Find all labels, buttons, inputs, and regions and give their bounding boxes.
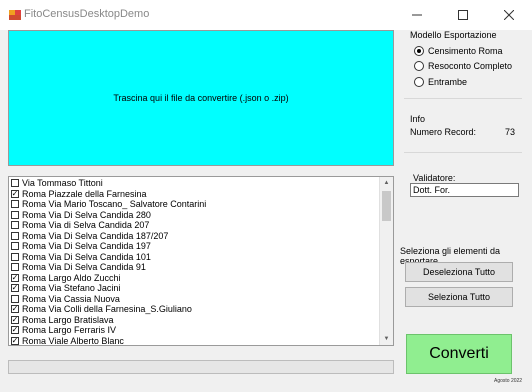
select-all-button[interactable]: Seleziona Tutto — [405, 287, 513, 307]
list-item-label: Roma Via Di Selva Candida 101 — [22, 251, 151, 262]
export-model-title: Modello Esportazione — [410, 30, 497, 40]
app-icon — [9, 10, 21, 20]
list-item-label: Roma Via Cassia Nuova — [22, 293, 120, 304]
list-item[interactable]: ✓ Roma Via Colli della Farnesina_S.Giulia… — [11, 304, 192, 315]
list-item[interactable]: ✓ Roma Via Stefano Jacini — [11, 283, 120, 294]
list-item[interactable]: Roma Via Cassia Nuova — [11, 294, 120, 305]
address-checklist[interactable]: ▲ ▼ Via Tommaso Tittoni ✓ Roma Piazzale de… — [8, 176, 394, 346]
export-option-label: Censimento Roma — [428, 46, 503, 56]
export-option-label: Entrambe — [428, 77, 468, 87]
item-checkbox[interactable] — [11, 210, 19, 219]
item-checkbox[interactable] — [11, 231, 19, 240]
list-item[interactable]: Roma Via Di Selva Candida 101 — [11, 252, 151, 263]
list-item[interactable]: Roma Via di Selva Candida 207 — [11, 220, 149, 231]
item-checkbox[interactable] — [11, 252, 19, 261]
item-checkbox[interactable] — [11, 179, 19, 188]
list-item-label: Via Tommaso Tittoni — [22, 178, 103, 189]
list-item-label: Roma Via Di Selva Candida 280 — [22, 209, 151, 220]
item-checkbox[interactable]: ✓ — [11, 273, 19, 282]
item-checkbox[interactable] — [11, 263, 19, 272]
record-count-value: 73 — [505, 127, 516, 137]
list-item[interactable]: ✓ Roma Largo Ferraris IV — [11, 325, 116, 336]
export-option[interactable]: Censimento Roma — [414, 46, 503, 56]
radio-button[interactable] — [414, 61, 424, 71]
scroll-down-icon[interactable]: ▼ — [380, 333, 393, 345]
convert-button[interactable]: Converti — [406, 334, 512, 374]
list-scrollbar[interactable]: ▲ ▼ — [379, 177, 393, 345]
list-item-label: Roma Via Di Selva Candida 91 — [22, 262, 146, 273]
list-item-label: Roma Via Mario Toscano_ Salvatore Contar… — [22, 199, 207, 210]
list-item-label: Roma Largo Ferraris IV — [22, 325, 117, 336]
item-checkbox[interactable]: ✓ — [11, 284, 19, 293]
divider — [404, 152, 522, 153]
item-checkbox[interactable] — [11, 221, 19, 230]
validator-input[interactable]: Dott. For. — [410, 183, 519, 197]
list-item[interactable]: Roma Via Mario Toscano_ Salvatore Contar… — [11, 199, 206, 210]
radio-button[interactable] — [414, 46, 424, 56]
list-item-label: Roma Via Di Selva Candida 187/207 — [22, 230, 169, 241]
export-option-label: Resoconto Completo — [428, 61, 513, 71]
scrollbar-thumb[interactable] — [382, 191, 391, 221]
window-title: FitoCensusDesktopDemo — [24, 8, 150, 20]
divider — [404, 98, 522, 99]
deselect-all-button[interactable]: Deseleziona Tutto — [405, 262, 513, 282]
item-checkbox[interactable]: ✓ — [11, 315, 19, 324]
drop-zone-text: Trascina qui il file da convertire (.jso… — [113, 93, 289, 103]
list-item[interactable]: ✓ Roma Piazzale della Farnesina — [11, 189, 147, 200]
validator-label: Validatore: — [413, 173, 456, 183]
export-option[interactable]: Resoconto Completo — [414, 61, 512, 71]
item-checkbox[interactable]: ✓ — [11, 336, 19, 345]
item-checkbox[interactable]: ✓ — [11, 305, 19, 314]
list-item[interactable]: ✓ Roma Viale Alberto Blanc — [11, 335, 124, 346]
list-item-label: Roma Via di Selva Candida 207 — [22, 220, 150, 231]
list-item[interactable]: Roma Via Di Selva Candida 91 — [11, 262, 146, 273]
version-date: Agosto 2022 — [494, 378, 523, 384]
item-checkbox[interactable] — [11, 294, 19, 303]
list-item-label: Roma Viale Alberto Blanc — [22, 335, 124, 346]
list-item-label: Roma Via Di Selva Candida 197 — [22, 241, 151, 252]
item-checkbox[interactable] — [11, 200, 19, 209]
list-item-label: Roma Largo Bratislava — [22, 314, 114, 325]
minimize-icon[interactable] — [394, 0, 440, 30]
scroll-up-icon[interactable]: ▲ — [380, 177, 393, 189]
radio-button[interactable] — [414, 77, 424, 87]
title-bar: FitoCensusDesktopDemo — [0, 0, 532, 30]
maximize-icon[interactable] — [440, 0, 486, 30]
list-item[interactable]: Via Tommaso Tittoni — [11, 178, 103, 189]
item-checkbox[interactable]: ✓ — [11, 189, 19, 198]
info-title: Info — [410, 114, 426, 124]
list-item-label: Roma Largo Aldo Zucchi — [22, 272, 121, 283]
item-checkbox[interactable]: ✓ — [11, 326, 19, 335]
item-checkbox[interactable] — [11, 242, 19, 251]
list-item[interactable]: ✓ Roma Largo Aldo Zucchi — [11, 273, 121, 284]
list-item[interactable]: Roma Via Di Selva Candida 197 — [11, 241, 151, 252]
list-item[interactable]: ✓ Roma Largo Bratislava — [11, 315, 114, 326]
progress-bar — [8, 360, 394, 374]
list-item-label: Roma Via Stefano Jacini — [22, 283, 121, 294]
file-drop-zone[interactable]: Trascina qui il file da convertire (.jso… — [8, 30, 394, 166]
list-item-label: Roma Via Colli della Farnesina_S.Giulian… — [22, 304, 192, 315]
export-option[interactable]: Entrambe — [414, 77, 467, 87]
list-item[interactable]: Roma Via Di Selva Candida 280 — [11, 210, 151, 221]
list-item[interactable]: Roma Via Di Selva Candida 187/207 — [11, 231, 168, 242]
record-count-label: Numero Record: — [410, 127, 477, 137]
close-icon[interactable] — [486, 0, 532, 30]
list-item-label: Roma Piazzale della Farnesina — [22, 188, 147, 199]
